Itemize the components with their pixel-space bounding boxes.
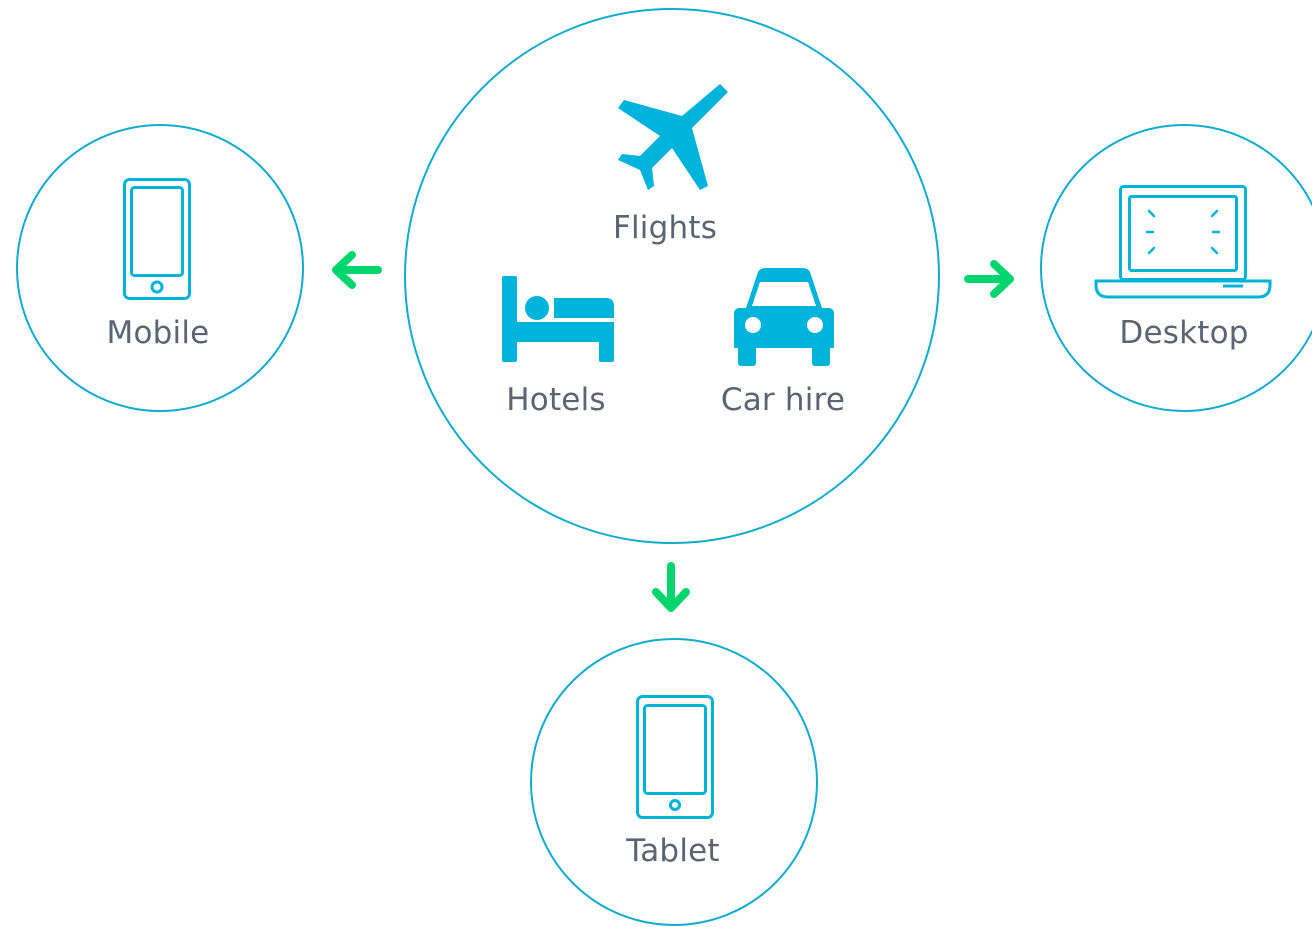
laptop-icon (1094, 185, 1272, 299)
hotels-label: Hotels (506, 382, 606, 418)
car-icon (734, 268, 834, 366)
tablet-icon (636, 695, 714, 819)
flights-label: Flights (612, 210, 718, 246)
desktop-label: Desktop (1119, 315, 1249, 351)
arrow-down-icon (652, 562, 690, 612)
tablet-label: Tablet (626, 833, 720, 869)
arrow-right-icon (964, 260, 1014, 298)
arrow-left-icon (332, 251, 382, 289)
airplane-icon (618, 84, 728, 190)
bed-icon (502, 276, 614, 362)
mobile-label: Mobile (106, 315, 210, 351)
multi-device-diagram: Flights Hotels Car hire Mobile Desktop T… (0, 0, 1312, 927)
phone-icon (123, 178, 191, 300)
car-hire-label: Car hire (720, 382, 846, 418)
